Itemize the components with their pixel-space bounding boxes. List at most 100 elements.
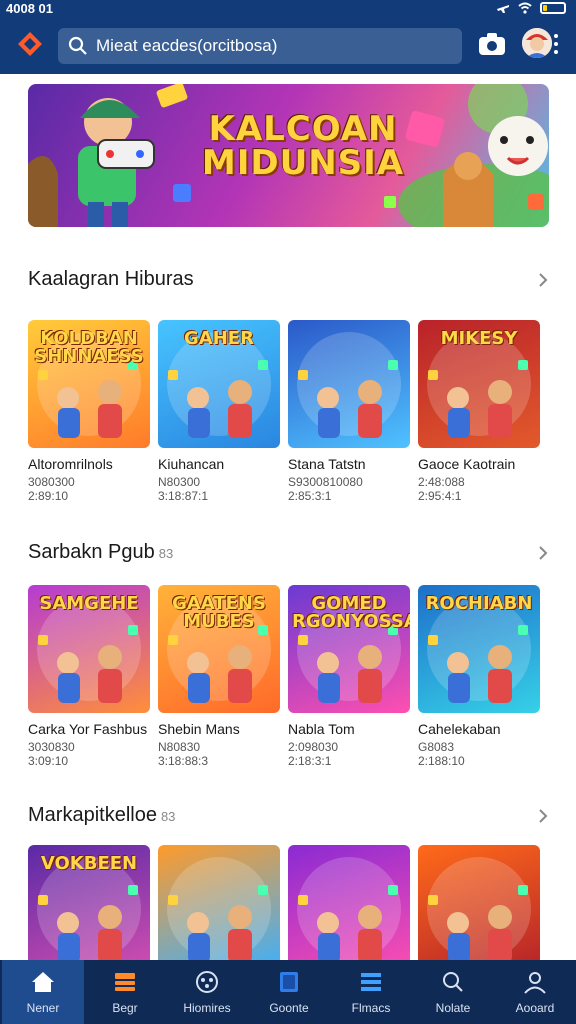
game-meta: 2:48:088	[418, 475, 465, 489]
section-title-text: Sarbakn Pgub	[28, 541, 155, 563]
chevron-right-icon[interactable]	[537, 808, 549, 824]
card-row: VOKBEEN	[28, 845, 549, 960]
camera-icon[interactable]	[478, 32, 506, 56]
nav-label: Nolate	[435, 1001, 471, 1015]
nav-item-search[interactable]: Nolate	[412, 960, 494, 1024]
person-icon	[524, 972, 546, 994]
game-thumbnail[interactable]: GOMED RGONYOSSA	[288, 585, 410, 713]
game-card[interactable]	[158, 845, 280, 960]
game-thumbnail[interactable]: GAATENS MUBES	[158, 585, 280, 713]
nav-label: Begr	[112, 1001, 138, 1015]
game-meta: 3:18:88:3	[158, 754, 209, 768]
hero-title: KALCOAN MIDUNSIA	[193, 112, 413, 180]
list-icon	[361, 973, 381, 991]
hero-title-line2: MIDUNSIA	[201, 143, 405, 183]
section-header[interactable]: Markapitkelloe 83	[28, 802, 549, 832]
section-title-text: Markapitkelloe	[28, 804, 157, 826]
nav-item-home[interactable]: Nener	[2, 960, 84, 1024]
game-card[interactable]: VOKBEEN	[28, 845, 150, 960]
game-meta: 2:098030	[288, 740, 339, 754]
game-thumbnail[interactable]	[288, 845, 410, 960]
thumbnail-art	[297, 332, 401, 438]
section-title-suffix: 83	[158, 546, 174, 561]
game-title: Cahelekaban	[418, 721, 501, 737]
thumbnail-title: GOMED RGONYOSSA	[292, 593, 410, 632]
chevron-right-icon[interactable]	[537, 272, 549, 288]
search-icon	[443, 972, 463, 992]
nav-label: Nener	[26, 1001, 60, 1015]
game-meta: 2:89:10	[28, 489, 69, 503]
nav-item-list[interactable]: Flmacs	[330, 960, 412, 1024]
stack-icon	[115, 973, 135, 991]
main-content[interactable]: KALCOAN MIDUNSIA Kaalagran Hiburas KOLDB…	[0, 74, 576, 960]
game-thumbnail[interactable]	[418, 845, 540, 960]
search-bar[interactable]: Mieat eacdes(orcitbosa)	[58, 28, 462, 64]
game-thumbnail[interactable]: VOKBEEN	[28, 845, 150, 960]
nav-item-stack[interactable]: Begr	[84, 960, 166, 1024]
game-thumbnail[interactable]: ROCHIABN	[418, 585, 540, 713]
section-title: Sarbakn Pgub 83	[28, 541, 173, 564]
section-header[interactable]: Sarbakn Pgub 83	[28, 539, 549, 569]
game-card[interactable]	[418, 845, 540, 960]
card-row: KOLDBAN SHNNAESS Altoromrilnols 3080300 2:8…	[28, 320, 549, 510]
app-logo-icon[interactable]	[16, 30, 44, 58]
thumbnail-art	[167, 857, 271, 960]
avatar[interactable]	[522, 28, 552, 58]
game-meta: 3:09:10	[28, 754, 69, 768]
game-meta: 2:85:3:1	[288, 489, 332, 503]
controller-icon	[196, 971, 218, 993]
game-meta: N80300	[158, 475, 201, 489]
nav-item-account[interactable]: Aooard	[494, 960, 576, 1024]
game-card[interactable]: ROCHIABN Cahelekaban G8083 2:188:10	[418, 585, 540, 768]
thumbnail-title: SAMGEHE	[39, 593, 139, 614]
game-meta: G8083	[418, 740, 455, 754]
game-title: Altoromrilnols	[28, 456, 113, 472]
game-card[interactable]: SAMGEHE Carka Yor Fashbus 3030830 3:09:10	[28, 585, 150, 768]
chevron-right-icon[interactable]	[537, 545, 549, 561]
hero-banner[interactable]: KALCOAN MIDUNSIA	[28, 84, 549, 227]
section-title: Kaalagran Hiburas	[28, 268, 198, 291]
game-thumbnail[interactable]	[158, 845, 280, 960]
thumbnail-title: GAHER	[184, 328, 254, 349]
status-icons	[496, 2, 566, 14]
game-thumbnail[interactable]: SAMGEHE	[28, 585, 150, 713]
game-card[interactable]: GOMED RGONYOSSA Nabla Tom 2:098030 2:18:3:1	[288, 585, 410, 768]
status-bar: 4008 01	[0, 0, 576, 18]
status-time: 4008 01	[6, 1, 53, 16]
more-menu-icon[interactable]	[553, 32, 559, 54]
search-query[interactable]: Mieat eacdes(orcitbosa)	[96, 36, 277, 56]
home-icon	[32, 972, 54, 992]
avatar-face-icon	[522, 28, 552, 58]
battery-level	[543, 5, 547, 11]
game-card[interactable]: GAATENS MUBES Shebin Mans N80830 3:18:88:3	[158, 585, 280, 768]
game-meta: S9300810080	[288, 475, 363, 489]
app-bar: Mieat eacdes(orcitbosa)	[0, 18, 576, 74]
game-meta: 2:18:3:1	[288, 754, 332, 768]
game-thumbnail[interactable]	[288, 320, 410, 448]
nav-item-books[interactable]: Goonte	[248, 960, 330, 1024]
nav-item-games[interactable]: Hiomires	[166, 960, 248, 1024]
thumbnail-art	[297, 857, 401, 960]
card-row: SAMGEHE Carka Yor Fashbus 3030830 3:09:10 GA…	[28, 585, 549, 775]
game-meta: 3:18:87:1	[158, 489, 209, 503]
game-meta: 2:95:4:1	[418, 489, 462, 503]
game-card[interactable]: KOLDBAN SHNNAESS Altoromrilnols 3080300 2:8…	[28, 320, 150, 503]
game-thumbnail[interactable]: KOLDBAN SHNNAESS	[28, 320, 150, 448]
nav-label: Goonte	[269, 1001, 309, 1015]
game-card[interactable]: Stana Tatstn S9300810080 2:85:3:1	[288, 320, 410, 503]
game-meta: 3030830	[28, 740, 75, 754]
section-title-suffix: 83	[160, 809, 176, 824]
thumbnail-title: MIKESY	[440, 328, 518, 349]
section-title: Markapitkelloe 83	[28, 804, 175, 827]
hero-title-line1: KALCOAN	[208, 109, 398, 149]
game-title: Kiuhancan	[158, 456, 225, 472]
section-header[interactable]: Kaalagran Hiburas	[28, 266, 549, 296]
game-card[interactable]: MIKESY Gaoce Kaotrain 2:48:088 2:95:4:1	[418, 320, 540, 503]
thumbnail-title: ROCHIABN	[425, 593, 533, 614]
game-thumbnail[interactable]: GAHER	[158, 320, 280, 448]
game-title: Gaoce Kaotrain	[418, 456, 516, 472]
game-meta: 2:188:10	[418, 754, 465, 768]
game-card[interactable]	[288, 845, 410, 960]
game-card[interactable]: GAHER Kiuhancan N80300 3:18:87:1	[158, 320, 280, 503]
game-thumbnail[interactable]: MIKESY	[418, 320, 540, 448]
